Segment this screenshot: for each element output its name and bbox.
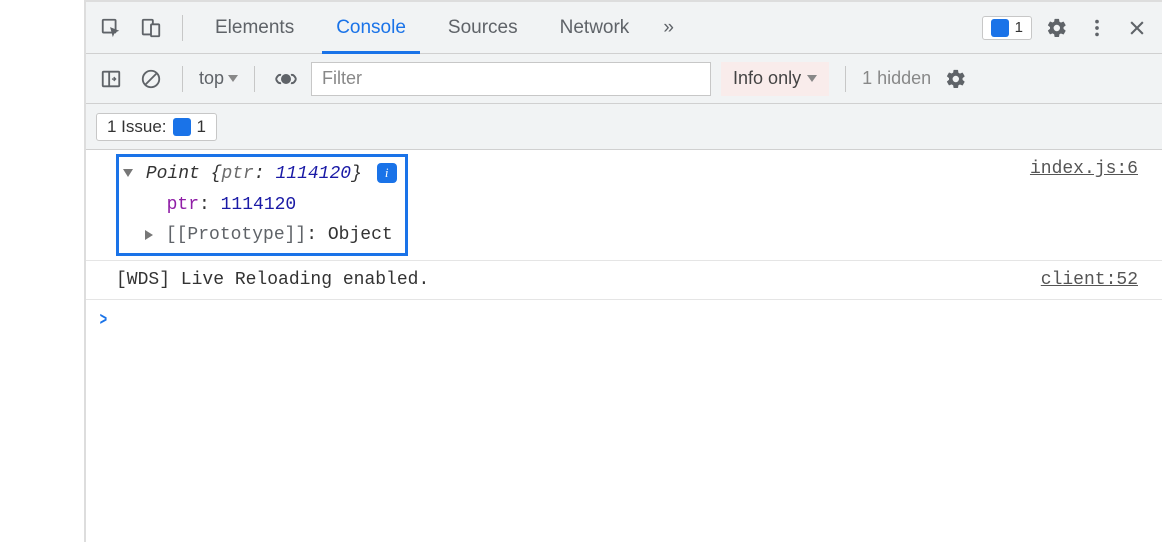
chevron-down-icon: [228, 75, 238, 82]
tab-sources[interactable]: Sources: [432, 2, 534, 53]
preview-value: 1114120: [275, 164, 351, 184]
issues-row: 1 Issue: 1: [86, 104, 1162, 150]
clear-console-icon[interactable]: [136, 64, 166, 94]
chat-icon: [991, 19, 1009, 37]
console-prompt[interactable]: >: [86, 300, 1162, 343]
issues-chip-count: 1: [197, 117, 206, 137]
device-toolbar-icon[interactable]: [136, 13, 166, 43]
issues-chip-label: 1 Issue:: [107, 117, 167, 137]
filter-input[interactable]: [311, 62, 711, 96]
devtools-tabbar: Elements Console Sources Network » 1: [86, 2, 1162, 54]
console-message-row: [WDS] Live Reloading enabled. client:52: [86, 261, 1162, 301]
source-link[interactable]: client:52: [1041, 265, 1150, 296]
console-body: Point {ptr: 1114120} i ptr: 1114120 [[Pr…: [86, 150, 1162, 343]
property-key: ptr: [167, 195, 199, 215]
context-selector-label: top: [199, 68, 224, 89]
prototype-value: Object: [328, 225, 393, 245]
tab-console[interactable]: Console: [320, 2, 422, 53]
close-icon[interactable]: [1122, 13, 1152, 43]
chat-icon: [173, 118, 191, 136]
object-property-line[interactable]: ptr: 1114120: [123, 190, 397, 221]
prompt-caret-icon: >: [100, 306, 108, 337]
issues-counter-value: 1: [1015, 19, 1023, 36]
console-settings-icon[interactable]: [941, 64, 971, 94]
disclosure-open-icon[interactable]: [123, 169, 133, 177]
prototype-label: [[Prototype]]: [166, 225, 306, 245]
disclosure-closed-icon[interactable]: [145, 230, 153, 240]
source-link[interactable]: index.js:6: [1030, 154, 1150, 185]
settings-icon[interactable]: [1042, 13, 1072, 43]
object-class-name: Point: [146, 164, 200, 184]
kebab-menu-icon[interactable]: [1082, 13, 1112, 43]
log-level-selector[interactable]: Info only: [721, 62, 829, 96]
issues-counter[interactable]: 1: [982, 16, 1032, 40]
tab-network[interactable]: Network: [544, 2, 646, 53]
page-left-gutter: [0, 0, 86, 542]
tab-overflow[interactable]: »: [655, 2, 682, 53]
property-value: 1114120: [221, 195, 297, 215]
info-icon[interactable]: i: [377, 163, 397, 183]
object-inspector[interactable]: Point {ptr: 1114120} i ptr: 1114120 [[Pr…: [116, 154, 408, 256]
preview-key: ptr: [221, 164, 253, 184]
console-sidebar-toggle-icon[interactable]: [96, 64, 126, 94]
console-filterbar: top Info only 1 hidden: [86, 54, 1162, 104]
separator: [182, 66, 183, 92]
issues-chip[interactable]: 1 Issue: 1: [96, 113, 217, 141]
hidden-count-label: 1 hidden: [862, 68, 931, 89]
brace: {: [211, 164, 222, 184]
console-message-row: Point {ptr: 1114120} i ptr: 1114120 [[Pr…: [86, 150, 1162, 261]
separator: [254, 66, 255, 92]
separator: [182, 15, 183, 41]
devtools-panel: Elements Console Sources Network » 1: [86, 0, 1162, 542]
separator: [845, 66, 846, 92]
object-prototype-line[interactable]: [[Prototype]]: Object: [123, 220, 397, 251]
object-summary-line[interactable]: Point {ptr: 1114120} i: [123, 159, 397, 190]
context-selector[interactable]: top: [199, 68, 238, 89]
tab-elements[interactable]: Elements: [199, 2, 310, 53]
log-level-label: Info only: [733, 68, 801, 89]
inspect-element-icon[interactable]: [96, 13, 126, 43]
live-expression-icon[interactable]: [271, 64, 301, 94]
chevron-down-icon: [807, 75, 817, 82]
console-log-text: [WDS] Live Reloading enabled.: [116, 270, 429, 290]
